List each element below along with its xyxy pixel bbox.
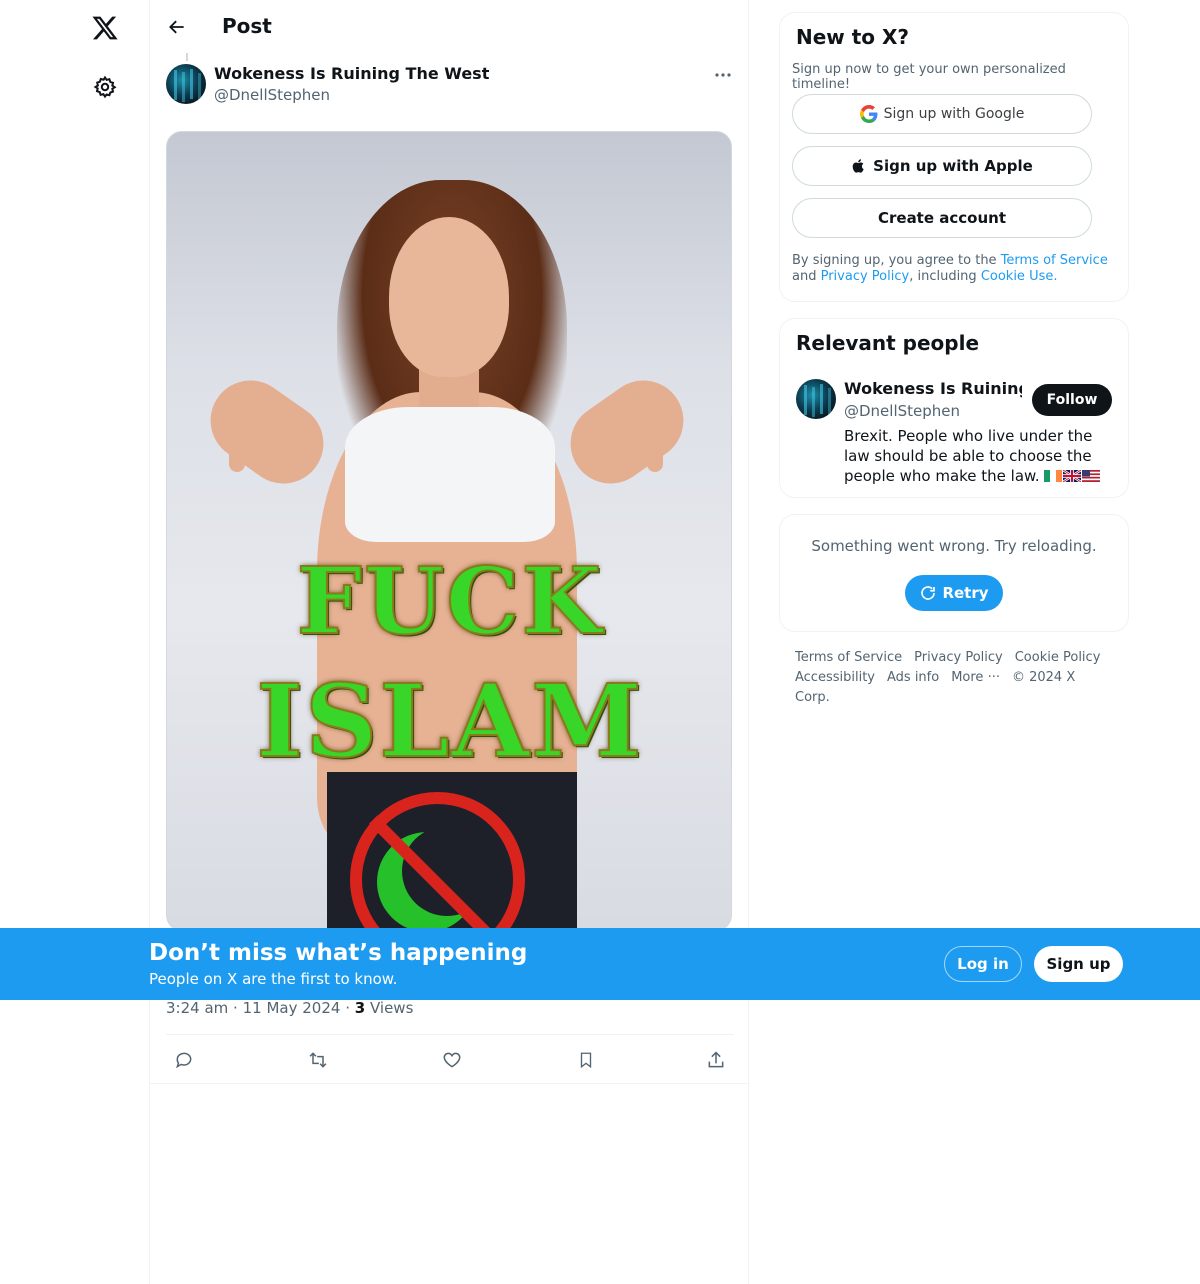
us-flag-icon	[1082, 470, 1101, 482]
page-title: Post	[222, 14, 272, 38]
footer-more[interactable]: More ···	[951, 670, 1000, 685]
share-icon[interactable]	[698, 1042, 734, 1078]
views-label: Views	[369, 999, 414, 1017]
legal-text: By signing up, you agree to the Terms of…	[792, 253, 1118, 285]
apple-icon	[852, 159, 864, 173]
author-handle[interactable]: @DnellStephen	[214, 86, 330, 104]
relevant-people-card: Relevant people Wokeness Is Ruining The …	[779, 318, 1129, 498]
back-arrow-icon[interactable]	[160, 10, 194, 44]
author-name[interactable]: Wokeness Is Ruining The West	[214, 64, 489, 83]
image-text-line2: ISLAM	[255, 661, 644, 781]
ireland-flag-icon	[1044, 470, 1063, 482]
person-bio: Brexit. People who live under the law sh…	[844, 426, 1114, 486]
footer-ads[interactable]: Ads info	[887, 670, 939, 685]
privacy-link[interactable]: Privacy Policy	[821, 269, 910, 284]
uk-flag-icon	[1063, 470, 1082, 482]
error-card: Something went wrong. Try reloading. Ret…	[779, 514, 1129, 632]
cookie-link[interactable]: Cookie Use.	[981, 269, 1058, 284]
x-logo-icon[interactable]	[85, 8, 125, 48]
signup-card: New to X? Sign up now to get your own pe…	[779, 12, 1129, 302]
relevant-people-title: Relevant people	[796, 331, 980, 355]
image-face	[389, 217, 509, 377]
more-icon[interactable]	[708, 64, 738, 86]
google-icon	[859, 105, 878, 123]
signup-subtitle: Sign up now to get your own personalized…	[792, 62, 1066, 92]
signup-banner: Don’t miss what’s happening People on X …	[0, 928, 1200, 1000]
author-avatar[interactable]	[166, 64, 206, 104]
post-date[interactable]: 11 May 2024	[243, 999, 341, 1017]
separator: ·	[233, 999, 238, 1017]
apple-signup-label: Sign up with Apple	[873, 157, 1033, 175]
image-hand-left	[229, 402, 245, 472]
image-top	[345, 407, 555, 542]
post-timestamp: 3:24 am · 11 May 2024 · 3 Views	[166, 999, 413, 1017]
separator: ·	[345, 999, 350, 1017]
retry-label: Retry	[942, 584, 989, 602]
banner-title: Don’t miss what’s happening	[149, 940, 528, 966]
post-actions	[166, 1042, 734, 1078]
signup-button[interactable]: Sign up	[1034, 946, 1123, 982]
legal-prefix: By signing up, you agree to the	[792, 253, 1001, 268]
footer-privacy[interactable]: Privacy Policy	[914, 650, 1003, 665]
like-icon[interactable]	[434, 1042, 470, 1078]
views-count: 3	[354, 999, 366, 1017]
google-signup-label: Sign up with Google	[883, 106, 1025, 122]
retry-icon	[921, 586, 936, 600]
left-navigation	[0, 0, 150, 1284]
post-header: Post	[150, 0, 750, 53]
thread-line	[186, 53, 188, 61]
terms-link[interactable]: Terms of Service	[1001, 253, 1108, 268]
repost-icon[interactable]	[300, 1042, 336, 1078]
person-handle[interactable]: @DnellStephen	[844, 402, 960, 420]
footer-cookie[interactable]: Cookie Policy	[1015, 650, 1101, 665]
create-account-button[interactable]: Create account	[792, 198, 1092, 238]
legal-including: , including	[909, 269, 981, 284]
footer-terms[interactable]: Terms of Service	[795, 650, 902, 665]
apple-signup-button[interactable]: Sign up with Apple	[792, 146, 1092, 186]
person-name[interactable]: Wokeness Is Ruining The West	[844, 379, 1022, 398]
post-time[interactable]: 3:24 am	[166, 999, 228, 1017]
banner-subtitle: People on X are the first to know.	[149, 970, 398, 988]
follow-button[interactable]: Follow	[1032, 384, 1112, 416]
google-signup-button[interactable]: Sign up with Google	[792, 94, 1092, 134]
main-column: Post Wokeness Is Ruining The West @Dnell…	[149, 0, 750, 1284]
image-arm-left	[194, 364, 340, 500]
bookmark-icon[interactable]	[568, 1042, 604, 1078]
error-message: Something went wrong. Try reloading.	[811, 537, 1097, 555]
reply-icon[interactable]	[166, 1042, 202, 1078]
image-hand-right	[647, 402, 663, 472]
login-button[interactable]: Log in	[944, 946, 1022, 982]
divider	[166, 1034, 734, 1035]
image-text-line1: FUCK	[296, 546, 604, 656]
post-image[interactable]: FUCK ISLAM	[166, 131, 732, 931]
signup-title: New to X?	[796, 25, 910, 49]
divider	[150, 1083, 750, 1084]
gear-icon[interactable]	[85, 67, 125, 107]
person-avatar[interactable]	[796, 379, 836, 419]
legal-and: and	[792, 269, 821, 284]
image-arm-right	[554, 364, 700, 500]
retry-button[interactable]: Retry	[905, 575, 1003, 611]
footer-links: Terms of Service Privacy Policy Cookie Pol…	[795, 648, 1125, 708]
footer-accessibility[interactable]: Accessibility	[795, 670, 875, 685]
